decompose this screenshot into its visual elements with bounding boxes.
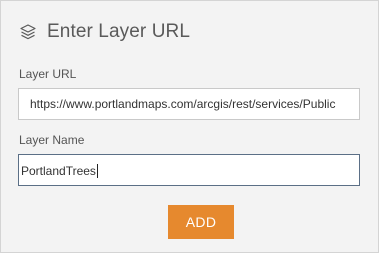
text-caret — [96, 164, 98, 178]
layer-url-input[interactable]: https://www.portlandmaps.com/arcgis/rest… — [18, 88, 360, 120]
layer-url-value: https://www.portlandmaps.com/arcgis/rest… — [30, 98, 336, 111]
panel-header: Enter Layer URL — [19, 19, 190, 45]
layer-name-label: Layer Name — [19, 133, 85, 147]
enter-layer-url-panel: Enter Layer URL Layer URL https://www.po… — [0, 0, 379, 253]
add-button[interactable]: ADD — [168, 205, 234, 239]
layer-url-label: Layer URL — [19, 67, 77, 81]
layer-name-value: PortlandTrees — [21, 164, 96, 178]
page-title: Enter Layer URL — [47, 21, 191, 42]
layer-name-input[interactable]: PortlandTrees — [18, 154, 360, 186]
layers-icon — [19, 23, 37, 41]
